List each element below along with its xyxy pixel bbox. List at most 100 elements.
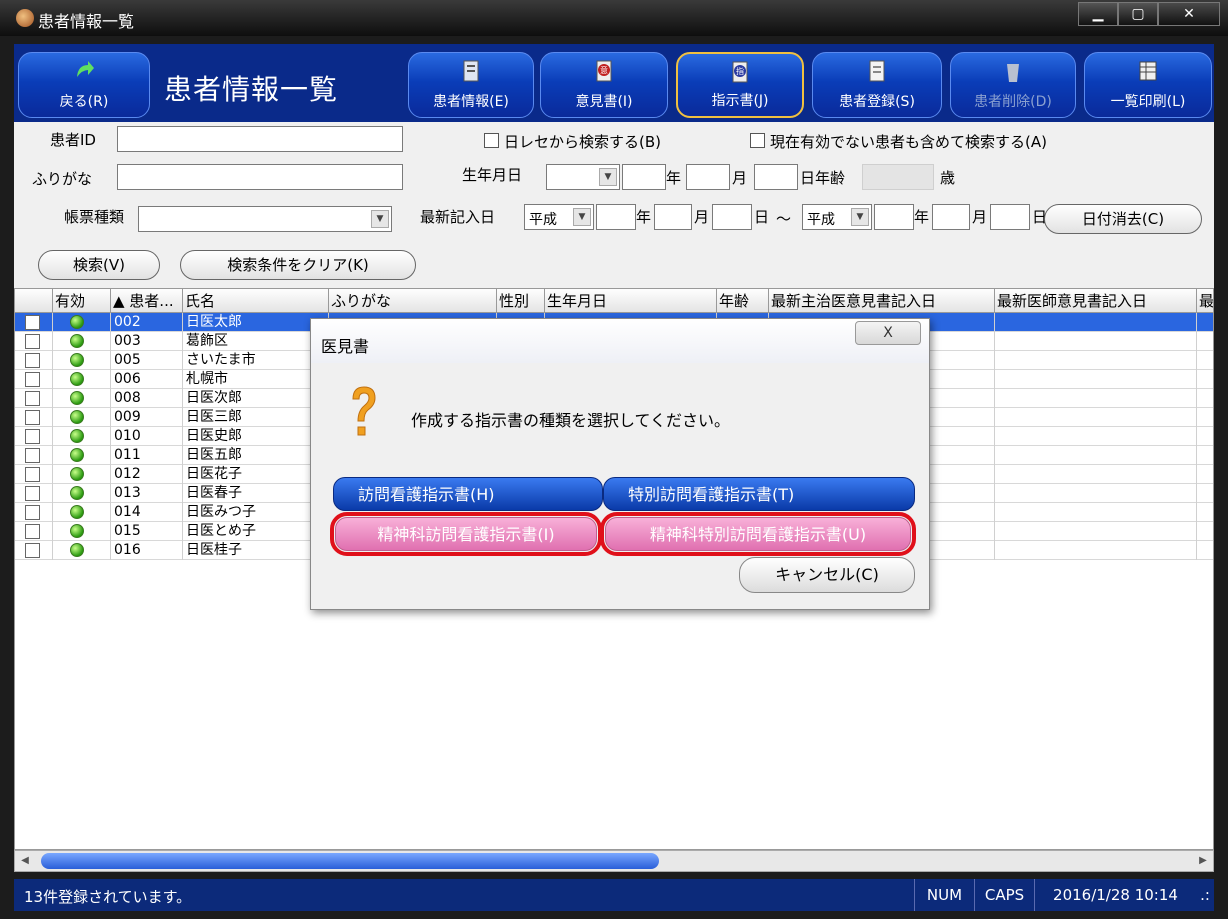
row-checkbox[interactable] <box>25 410 40 425</box>
form-type-select[interactable]: ▼ <box>138 206 392 232</box>
latest-from-day-input[interactable] <box>712 204 752 230</box>
row-checkbox[interactable] <box>25 524 40 539</box>
cell-patient-id: 008 <box>111 389 183 408</box>
cell-latest-physician-opinion <box>995 313 1197 332</box>
latest-from-year-input[interactable] <box>596 204 636 230</box>
caps-indicator: CAPS <box>974 879 1034 911</box>
receipt-search-checkbox[interactable] <box>484 133 499 148</box>
app-window: 患者情報一覧 ▁ ▢ ✕ 戻る(R) 患者情報一覧 患者情報(E) 意 意見書(… <box>0 0 1228 919</box>
row-checkbox[interactable] <box>25 448 40 463</box>
include-inactive-label: 現在有効でない患者も含めて検索する(A) <box>770 133 1047 151</box>
include-inactive-checkbox[interactable] <box>750 133 765 148</box>
active-status-icon <box>70 467 84 481</box>
latest-to-era-select[interactable]: 平成 ▼ <box>802 204 872 230</box>
col-active[interactable]: 有効 <box>53 289 111 313</box>
dialog-body: 作成する指示書の種類を選択してください。 訪問看護指示書(H) 特別訪問看護指示… <box>319 375 921 603</box>
col-more[interactable]: 最 <box>1197 289 1213 313</box>
close-window-button[interactable]: ✕ <box>1158 2 1220 26</box>
print-list-button[interactable]: 一覧印刷(L) <box>1084 52 1212 118</box>
cell-patient-id: 005 <box>111 351 183 370</box>
visit-nursing-instruction-button[interactable]: 訪問看護指示書(H) <box>333 477 603 511</box>
back-button[interactable]: 戻る(R) <box>18 52 150 118</box>
horizontal-scrollbar[interactable]: ◀ ▶ <box>14 850 1214 872</box>
search-button[interactable]: 検索(V) <box>38 250 160 280</box>
latest-from-month-input[interactable] <box>654 204 692 230</box>
birth-month-input[interactable] <box>686 164 730 190</box>
scroll-thumb[interactable] <box>41 853 659 869</box>
cell-latest-physician-opinion <box>995 484 1197 503</box>
dialog-close-button[interactable]: X <box>855 321 921 345</box>
row-checkbox[interactable] <box>25 429 40 444</box>
row-checkbox[interactable] <box>25 372 40 387</box>
opinion-button[interactable]: 意 意見書(I) <box>540 52 668 118</box>
row-checkbox[interactable] <box>25 467 40 482</box>
col-birth[interactable]: 生年月日 <box>545 289 717 313</box>
col-sex[interactable]: 性別 <box>497 289 545 313</box>
col-latest-doctor-opinion[interactable]: 最新主治医意見書記入日 <box>769 289 995 313</box>
col-name[interactable]: 氏名 <box>183 289 329 313</box>
birth-year-input[interactable] <box>622 164 666 190</box>
document-icon <box>463 60 479 82</box>
row-checkbox[interactable] <box>25 505 40 520</box>
latest-from-era-select[interactable]: 平成 ▼ <box>524 204 594 230</box>
row-checkbox[interactable] <box>25 486 40 501</box>
cell-patient-id: 014 <box>111 503 183 522</box>
cell-latest-physician-opinion <box>995 370 1197 389</box>
delete-patient-button[interactable]: 患者削除(D) <box>950 52 1076 118</box>
clear-date-button[interactable]: 日付消去(C) <box>1044 204 1202 234</box>
col-patient-id[interactable]: ▲ 患者... <box>111 289 183 313</box>
patient-id-label: 患者ID <box>50 131 96 149</box>
cell-patient-id: 009 <box>111 408 183 427</box>
cancel-button[interactable]: キャンセル(C) <box>739 557 915 593</box>
clear-conditions-button[interactable]: 検索条件をクリア(K) <box>180 250 416 280</box>
year-unit: 年 <box>666 169 682 187</box>
cell-latest-physician-opinion <box>995 522 1197 541</box>
latest-to-day-input[interactable] <box>990 204 1030 230</box>
cell-latest-physician-opinion <box>995 465 1197 484</box>
row-checkbox[interactable] <box>25 315 40 330</box>
cell-patient-id: 012 <box>111 465 183 484</box>
year-unit: 年 <box>914 208 930 226</box>
maximize-button[interactable]: ▢ <box>1118 2 1158 26</box>
latest-to-year-input[interactable] <box>874 204 914 230</box>
active-status-icon <box>70 486 84 500</box>
scroll-left-icon[interactable]: ◀ <box>17 853 33 869</box>
window-title: 患者情報一覧 <box>38 12 135 31</box>
row-checkbox[interactable] <box>25 543 40 558</box>
num-indicator: NUM <box>914 879 974 911</box>
col-latest-physician-opinion[interactable]: 最新医師意見書記入日 <box>995 289 1197 313</box>
col-age[interactable]: 年齢 <box>717 289 769 313</box>
row-checkbox[interactable] <box>25 353 40 368</box>
latest-to-month-input[interactable] <box>932 204 970 230</box>
furigana-input[interactable] <box>117 164 403 190</box>
chevron-down-icon: ▼ <box>573 208 591 226</box>
scroll-right-icon[interactable]: ▶ <box>1195 853 1211 869</box>
toolbar: 戻る(R) 患者情報一覧 患者情報(E) 意 意見書(I) 指 指示書(J) 患… <box>14 44 1214 122</box>
register-patient-button[interactable]: 患者登録(S) <box>812 52 942 118</box>
special-visit-nursing-instruction-button[interactable]: 特別訪問看護指示書(T) <box>603 477 915 511</box>
col-furigana[interactable]: ふりがな <box>329 289 497 313</box>
active-status-icon <box>70 372 84 386</box>
birth-era-select[interactable]: ▼ <box>546 164 620 190</box>
row-checkbox[interactable] <box>25 391 40 406</box>
patient-id-input[interactable] <box>117 126 403 152</box>
active-status-icon <box>70 429 84 443</box>
age-input[interactable] <box>862 164 934 190</box>
col-select <box>15 289 53 313</box>
psychiatric-visit-nursing-instruction-button[interactable]: 精神科訪問看護指示書(I) <box>330 512 602 556</box>
psychiatric-special-visit-nursing-instruction-button[interactable]: 精神科特別訪問看護指示書(U) <box>600 512 916 556</box>
cell-name: 日医三郎 <box>183 408 329 427</box>
register-doc-icon <box>869 60 885 82</box>
resize-grip-icon[interactable]: .: <box>1196 879 1214 911</box>
instruction-button[interactable]: 指 指示書(J) <box>676 52 804 118</box>
active-status-icon <box>70 410 84 424</box>
svg-text:指: 指 <box>736 66 744 76</box>
day-age-unit: 日年齢 <box>800 169 846 187</box>
cell-latest-physician-opinion <box>995 503 1197 522</box>
birth-label: 生年月日 <box>462 166 523 184</box>
birth-day-input[interactable] <box>754 164 798 190</box>
row-checkbox[interactable] <box>25 334 40 349</box>
cell-name: 日医春子 <box>183 484 329 503</box>
patient-info-button[interactable]: 患者情報(E) <box>408 52 534 118</box>
minimize-button[interactable]: ▁ <box>1078 2 1118 26</box>
